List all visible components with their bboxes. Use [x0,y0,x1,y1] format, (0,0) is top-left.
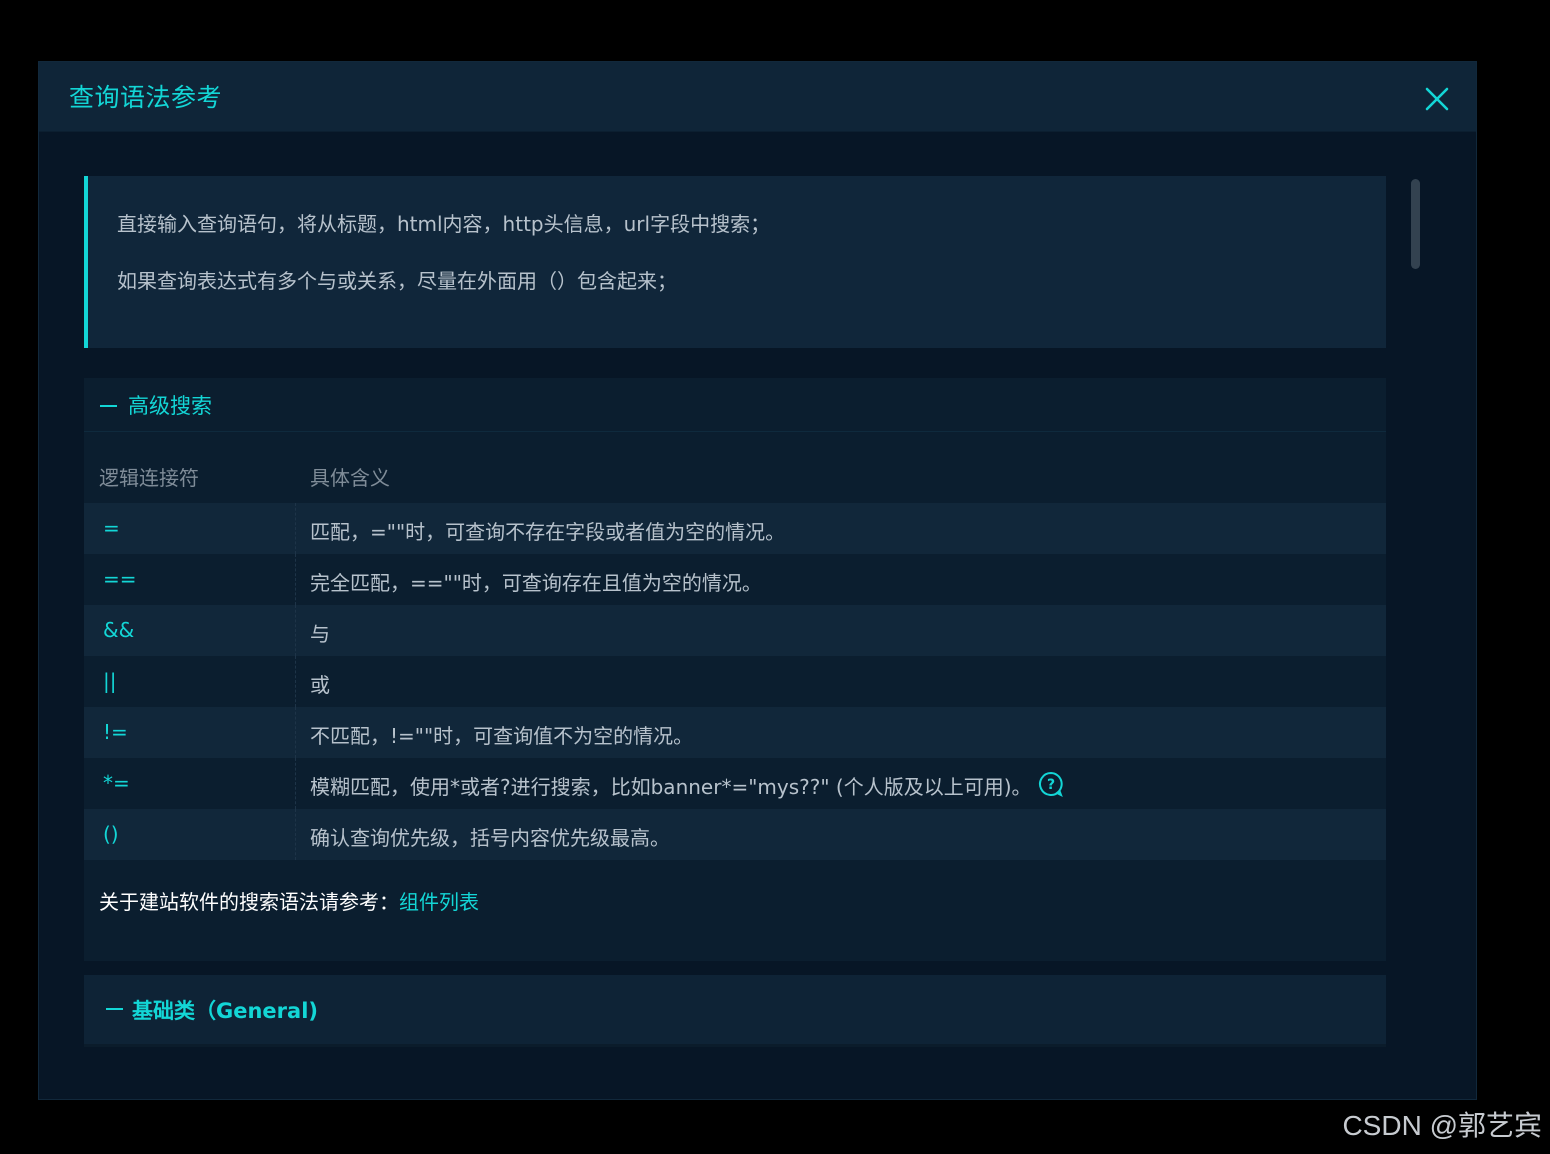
question-circle-icon: ? [1038,771,1063,798]
meaning-cell: 确认查询优先级，括号内容优先级最高。 [310,826,670,850]
section-title: 高级搜索 [128,394,212,418]
column-header-operator: 逻辑连接符 [99,466,199,490]
syntax-reference-modal: 查询语法参考 直接输入查询语句，将从标题，html内容，http头信息，url字… [38,61,1477,1100]
table-row: *= 模糊匹配，使用*或者?进行搜索，比如banner*="mys??" (个人… [84,758,1386,809]
meaning-cell: 不匹配，!=""时，可查询值不为空的情况。 [310,724,694,748]
operator-cell: = [103,516,120,540]
meaning-cell: 模糊匹配，使用*或者?进行搜索，比如banner*="mys??" (个人版及以… [310,771,1064,802]
operator-cell: *= [103,771,130,795]
column-divider [295,656,296,707]
modal-header: 查询语法参考 [39,62,1476,132]
table-row: () 确认查询优先级，括号内容优先级最高。 [84,809,1386,860]
operator-cell: () [103,822,119,846]
operator-cell: || [103,669,117,693]
modal-title: 查询语法参考 [69,83,223,112]
meaning-text: 模糊匹配，使用*或者?进行搜索，比如banner*="mys??" (个人版及以… [310,775,1032,799]
collapse-icon [106,1008,123,1010]
column-divider [295,707,296,758]
tip-box: 直接输入查询语句，将从标题，html内容，http头信息，url字段中搜索； 如… [84,176,1386,348]
operator-cell: == [103,567,137,591]
section-title: 基础类（General) [132,999,318,1023]
scrollbar-thumb[interactable] [1411,179,1420,269]
component-list-link[interactable]: 组件列表 [399,890,479,914]
meaning-cell: 匹配，=""时，可查询不存在字段或者值为空的情况。 [310,520,786,544]
tip-line: 如果查询表达式有多个与或关系，尽量在外面用（）包含起来； [117,269,677,293]
watermark: CSDN @郭艺宾 [1342,1110,1542,1141]
operator-cell: && [103,618,135,642]
help-button[interactable]: ? [1038,771,1064,802]
operator-cell: != [103,720,128,744]
advanced-search-section: 高级搜索 逻辑连接符 具体含义 = 匹配，=""时，可查询不存在字段或者值为空的… [84,378,1386,961]
table-row: || 或 [84,656,1386,707]
column-divider [295,605,296,656]
column-divider [295,758,296,809]
column-divider [295,554,296,605]
table-row: != 不匹配，!=""时，可查询值不为空的情况。 [84,707,1386,758]
meaning-cell: 完全匹配，==""时，可查询存在且值为空的情况。 [310,571,762,595]
general-section-header[interactable]: 基础类（General) [84,975,1386,1047]
close-button[interactable] [1422,84,1452,114]
advanced-search-header[interactable]: 高级搜索 [84,378,1386,432]
reference-line: 关于建站软件的搜索语法请参考：组件列表 [99,886,479,915]
collapse-icon [100,405,117,407]
column-divider [295,503,296,554]
meaning-cell: 与 [310,622,330,646]
column-header-meaning: 具体含义 [310,466,390,490]
table-row: == 完全匹配，==""时，可查询存在且值为空的情况。 [84,554,1386,605]
tip-line: 直接输入查询语句，将从标题，html内容，http头信息，url字段中搜索； [117,212,771,236]
table-row: = 匹配，=""时，可查询不存在字段或者值为空的情况。 [84,503,1386,554]
svg-text:?: ? [1046,777,1054,793]
reference-text: 关于建站软件的搜索语法请参考： [99,890,399,914]
column-divider [295,809,296,860]
close-icon [1425,87,1449,111]
table-row: && 与 [84,605,1386,656]
meaning-cell: 或 [310,673,330,697]
